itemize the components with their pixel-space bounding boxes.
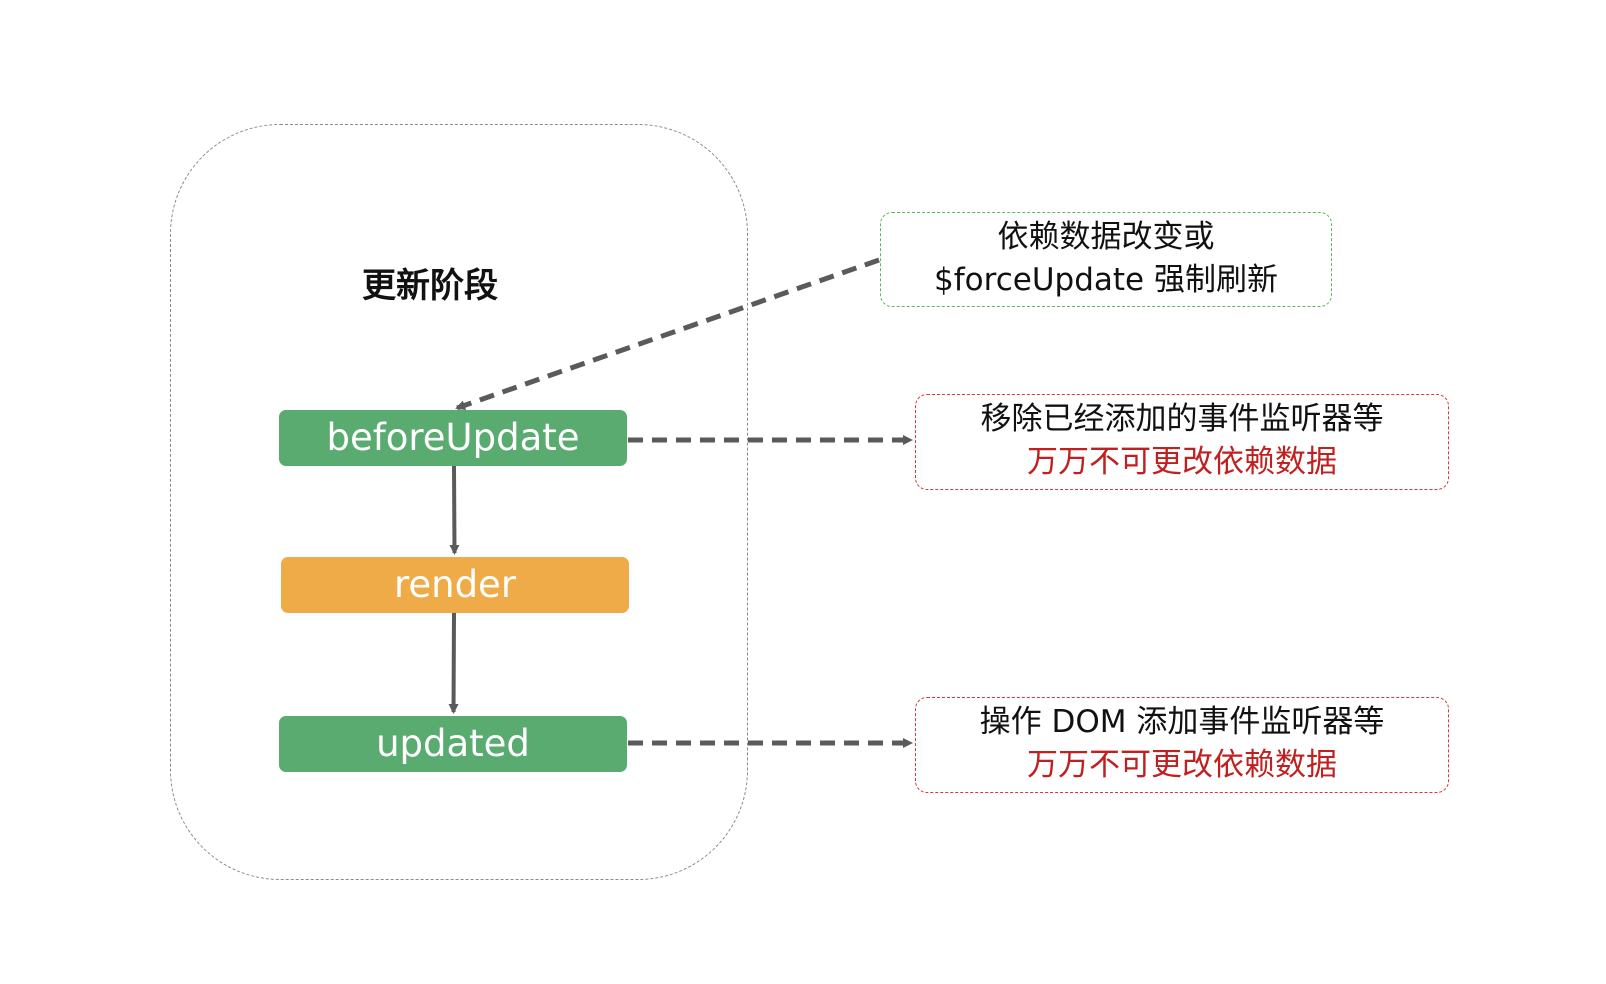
render-node: render bbox=[281, 557, 629, 613]
before-update-to-render-arrow bbox=[449, 465, 460, 555]
render-to-updated-arrow bbox=[448, 612, 459, 714]
before-update-note: 移除已经添加的事件监听器等 万万不可更改依赖数据 bbox=[915, 394, 1449, 490]
updated-warning: 万万不可更改依赖数据 bbox=[1027, 747, 1337, 783]
updated-note-line-1: 操作 DOM 添加事件监听器等 bbox=[979, 704, 1385, 740]
trigger-arrow bbox=[455, 257, 880, 411]
updated-note: 操作 DOM 添加事件监听器等 万万不可更改依赖数据 bbox=[915, 697, 1449, 793]
connector-layer bbox=[448, 257, 913, 748]
trigger-note-line-1: 依赖数据改变或 bbox=[997, 219, 1215, 255]
updated-node: updated bbox=[279, 716, 627, 772]
trigger-note: 依赖数据改变或 $forceUpdate 强制刷新 bbox=[880, 212, 1332, 307]
diagram-canvas: 更新阶段 beforeUpdate render updated 依赖数据改变或… bbox=[0, 0, 1606, 984]
trigger-note-line-2: $forceUpdate 强制刷新 bbox=[934, 262, 1278, 298]
before-update-node: beforeUpdate bbox=[279, 410, 627, 466]
before-update-warning: 万万不可更改依赖数据 bbox=[1027, 444, 1337, 480]
before-update-note-line-1: 移除已经添加的事件监听器等 bbox=[980, 401, 1384, 437]
